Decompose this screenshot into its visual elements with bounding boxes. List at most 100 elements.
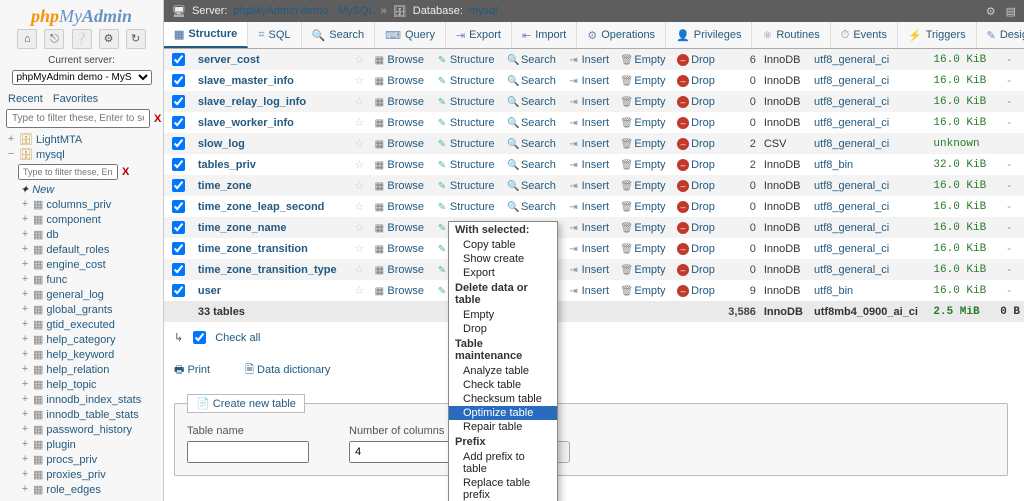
search-action[interactable]: 🔍Search (507, 180, 556, 192)
expand-icon[interactable]: + (20, 244, 30, 256)
table-node[interactable]: +▦ innodb_index_stats (2, 392, 161, 407)
db-node-open[interactable]: −🗄 mysql (2, 147, 161, 162)
row-checkbox[interactable] (172, 95, 185, 108)
favorite-icon[interactable]: ☆ (354, 285, 364, 297)
browse-action[interactable]: ▦Browse (373, 96, 424, 108)
search-action[interactable]: 🔍Search (507, 159, 556, 171)
table-name-link[interactable]: tables_priv (198, 159, 256, 171)
favorite-icon[interactable]: ☆ (354, 159, 364, 171)
db-node[interactable]: +🗄 LightMTA (2, 132, 161, 147)
table-node[interactable]: +▦ help_topic (2, 377, 161, 392)
structure-action[interactable]: ✎Structure (436, 138, 495, 150)
collapse-icon[interactable]: − (6, 149, 16, 161)
favorites-link[interactable]: Favorites (53, 93, 98, 105)
drop-action[interactable]: –Drop (677, 180, 715, 192)
home-icon[interactable]: ⌂ (17, 29, 37, 49)
structure-action[interactable]: ✎Structure (436, 96, 495, 108)
structure-action[interactable]: ✎Structure (436, 54, 495, 66)
menu-item[interactable]: Show create (449, 252, 557, 266)
expand-icon[interactable]: + (20, 469, 30, 481)
tab-sql[interactable]: ⌗SQL (248, 22, 301, 48)
check-all-label[interactable]: Check all (215, 332, 260, 344)
menu-item[interactable]: Drop (449, 322, 557, 336)
table-node[interactable]: +▦ gtid_executed (2, 317, 161, 332)
tab-events[interactable]: ⏱Events (831, 22, 898, 48)
expand-icon[interactable]: + (20, 454, 30, 466)
row-checkbox[interactable] (172, 53, 185, 66)
tree-filter-clear-icon[interactable]: X (122, 166, 129, 178)
row-checkbox[interactable] (172, 221, 185, 234)
menu-item[interactable]: Empty (449, 308, 557, 322)
table-name-input[interactable] (187, 441, 309, 463)
favorite-icon[interactable]: ☆ (354, 201, 364, 213)
browse-action[interactable]: ▦Browse (373, 201, 424, 213)
nav-filter-input[interactable] (6, 109, 150, 128)
insert-action[interactable]: ⇥Insert (568, 159, 610, 171)
new-table-node[interactable]: ✦ New (2, 182, 161, 197)
crumb-server-link[interactable]: phpMyAdmin demo - MySQL (233, 5, 374, 17)
expand-icon[interactable]: + (20, 379, 30, 391)
browse-action[interactable]: ▦Browse (373, 264, 424, 276)
favorite-icon[interactable]: ☆ (354, 222, 364, 234)
table-name-link[interactable]: time_zone_transition (198, 243, 308, 255)
menu-item[interactable]: Analyze table (449, 364, 557, 378)
empty-action[interactable]: 🗑Empty (620, 138, 665, 150)
menu-item[interactable]: Repair table (449, 420, 557, 434)
insert-action[interactable]: ⇥Insert (568, 222, 610, 234)
expand-icon[interactable]: + (20, 424, 30, 436)
drop-action[interactable]: –Drop (677, 75, 715, 87)
row-checkbox[interactable] (172, 74, 185, 87)
row-checkbox[interactable] (172, 242, 185, 255)
menu-item[interactable]: Add prefix to table (449, 450, 557, 476)
structure-action[interactable]: ✎Structure (436, 117, 495, 129)
browse-action[interactable]: ▦Browse (373, 243, 424, 255)
search-action[interactable]: 🔍Search (507, 75, 556, 87)
tab-structure[interactable]: ▦Structure (164, 22, 248, 48)
drop-action[interactable]: –Drop (677, 54, 715, 66)
insert-action[interactable]: ⇥Insert (568, 75, 610, 87)
empty-action[interactable]: 🗑Empty (620, 96, 665, 108)
drop-action[interactable]: –Drop (677, 201, 715, 213)
row-checkbox[interactable] (172, 263, 185, 276)
empty-action[interactable]: 🗑Empty (620, 159, 665, 171)
drop-action[interactable]: –Drop (677, 159, 715, 171)
drop-action[interactable]: –Drop (677, 264, 715, 276)
expand-icon[interactable]: + (20, 289, 30, 301)
favorite-icon[interactable]: ☆ (354, 264, 364, 276)
insert-action[interactable]: ⇥Insert (568, 264, 610, 276)
drop-action[interactable]: –Drop (677, 285, 715, 297)
insert-action[interactable]: ⇥Insert (568, 138, 610, 150)
tab-query[interactable]: ⌨Query (375, 22, 446, 48)
search-action[interactable]: 🔍Search (507, 138, 556, 150)
browse-action[interactable]: ▦Browse (373, 180, 424, 192)
search-action[interactable]: 🔍Search (507, 117, 556, 129)
table-node[interactable]: +▦ help_category (2, 332, 161, 347)
browse-action[interactable]: ▦Browse (373, 285, 424, 297)
favorite-icon[interactable]: ☆ (354, 54, 364, 66)
with-selected-menu[interactable]: With selected:Copy tableShow createExpor… (448, 221, 558, 501)
favorite-icon[interactable]: ☆ (354, 75, 364, 87)
empty-action[interactable]: 🗑Empty (620, 180, 665, 192)
browse-action[interactable]: ▦Browse (373, 75, 424, 87)
tab-operations[interactable]: ⚙Operations (577, 22, 666, 48)
empty-action[interactable]: 🗑Empty (620, 243, 665, 255)
empty-action[interactable]: 🗑Empty (620, 285, 665, 297)
structure-action[interactable]: ✎Structure (436, 75, 495, 87)
favorite-icon[interactable]: ☆ (354, 138, 364, 150)
table-name-link[interactable]: slave_relay_log_info (198, 96, 306, 108)
table-node[interactable]: +▦ global_grants (2, 302, 161, 317)
favorite-icon[interactable]: ☆ (354, 243, 364, 255)
table-name-link[interactable]: time_zone (198, 180, 252, 192)
crumb-db-link[interactable]: mysql (469, 5, 498, 17)
row-checkbox[interactable] (172, 200, 185, 213)
table-node[interactable]: +▦ help_keyword (2, 347, 161, 362)
tab-search[interactable]: 🔍Search (302, 22, 376, 48)
empty-action[interactable]: 🗑Empty (620, 117, 665, 129)
reload-icon[interactable]: ↻ (126, 29, 146, 49)
table-name-link[interactable]: slave_master_info (198, 75, 294, 87)
table-node[interactable]: +▦ db (2, 227, 161, 242)
server-select[interactable]: phpMyAdmin demo - MyS (12, 70, 152, 85)
browse-action[interactable]: ▦Browse (373, 117, 424, 129)
table-node[interactable]: +▦ innodb_table_stats (2, 407, 161, 422)
favorite-icon[interactable]: ☆ (354, 117, 364, 129)
